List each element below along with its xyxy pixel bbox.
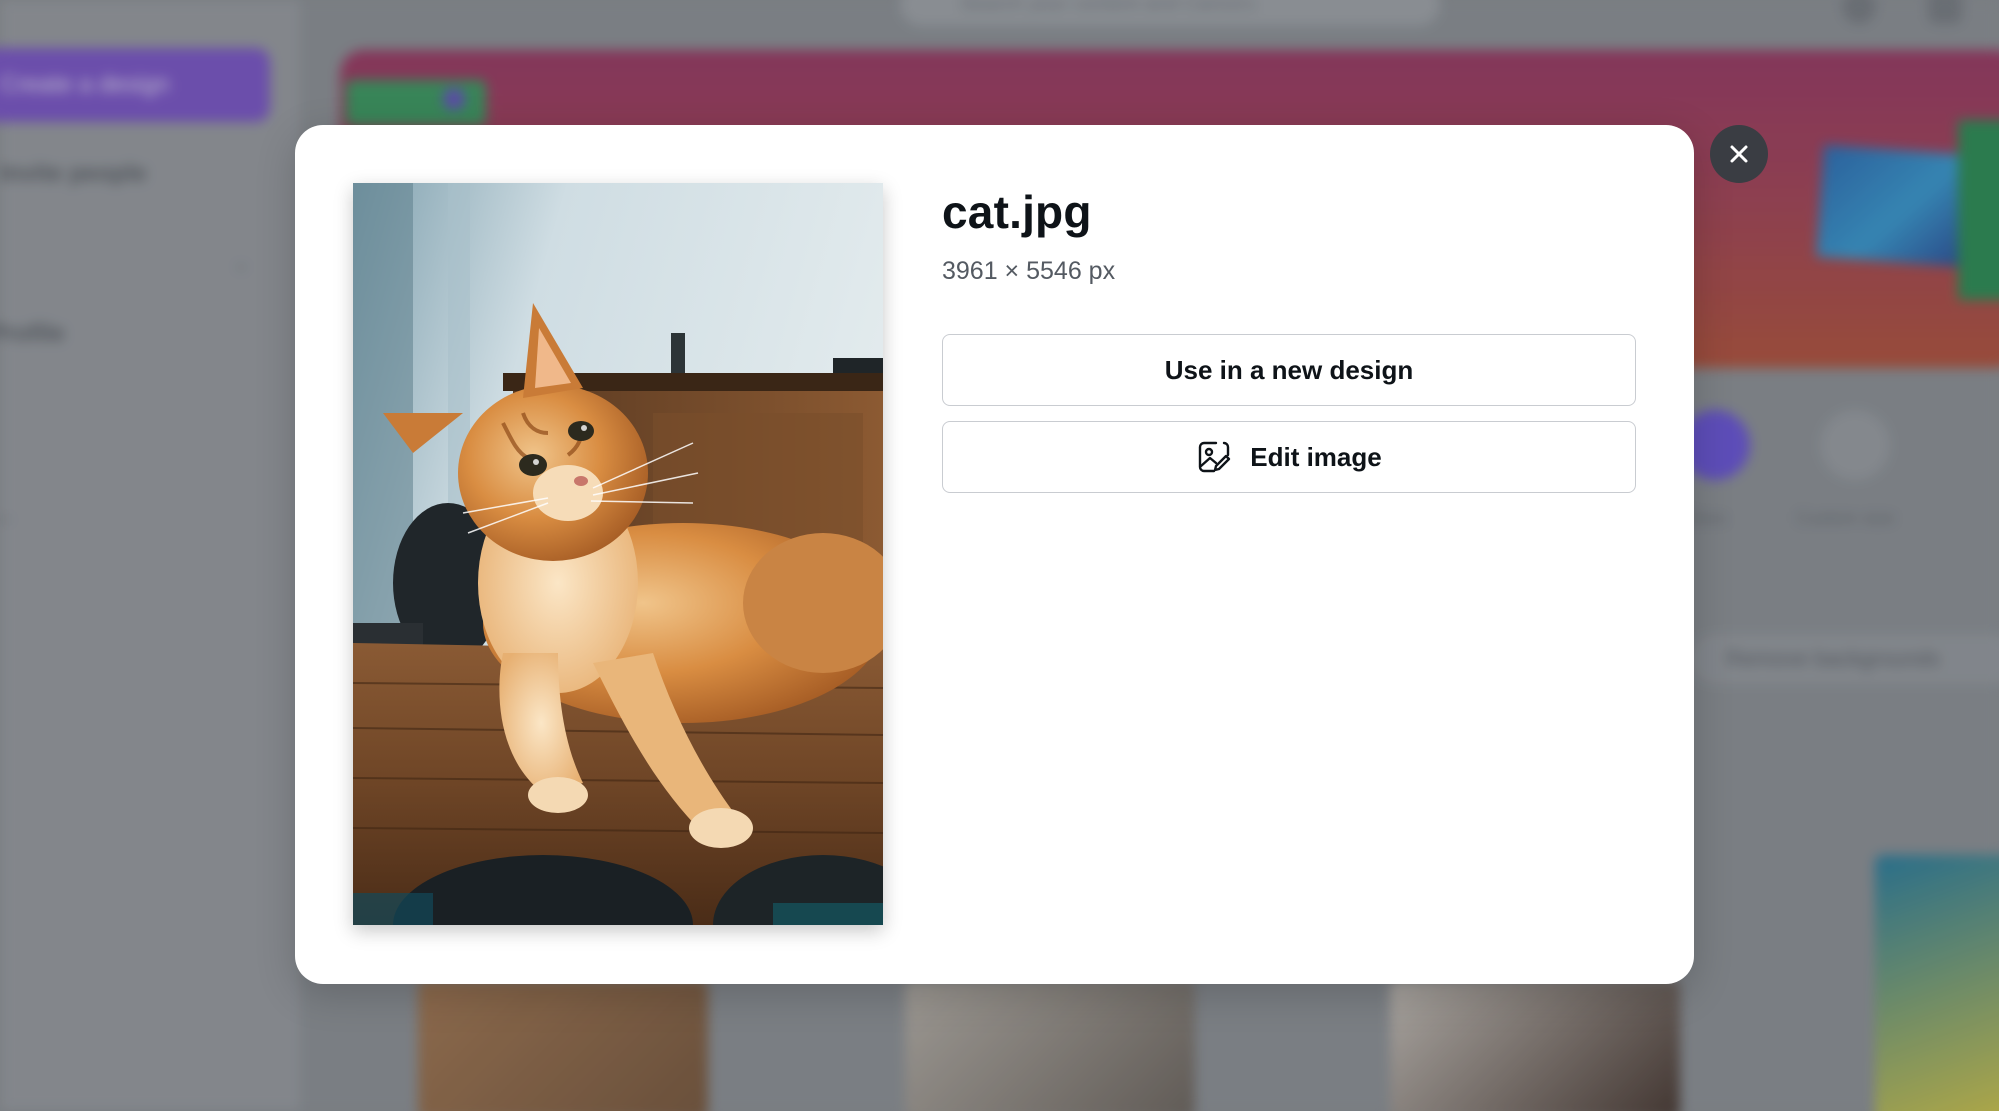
image-edit-icon — [1196, 439, 1232, 475]
cat-photo — [353, 183, 883, 925]
screen: Create a design Invite people ⌄ Profile … — [0, 0, 1999, 1111]
use-in-new-design-label: Use in a new design — [1164, 354, 1414, 385]
edit-image-label: Edit image — [1250, 441, 1382, 472]
use-in-new-design-button[interactable]: Use in a new design — [942, 334, 1636, 406]
file-name: cat.jpg — [942, 186, 1092, 238]
close-button[interactable] — [1710, 125, 1768, 183]
image-info-panel: cat.jpg 3961 × 5546 px Use in a new desi… — [942, 180, 1636, 493]
image-preview — [353, 183, 883, 925]
image-details-modal: cat.jpg 3961 × 5546 px Use in a new desi… — [295, 125, 1694, 984]
image-dimensions: 3961 × 5546 px — [942, 257, 1116, 285]
edit-image-button[interactable]: Edit image — [942, 421, 1636, 493]
close-icon — [1728, 143, 1750, 165]
